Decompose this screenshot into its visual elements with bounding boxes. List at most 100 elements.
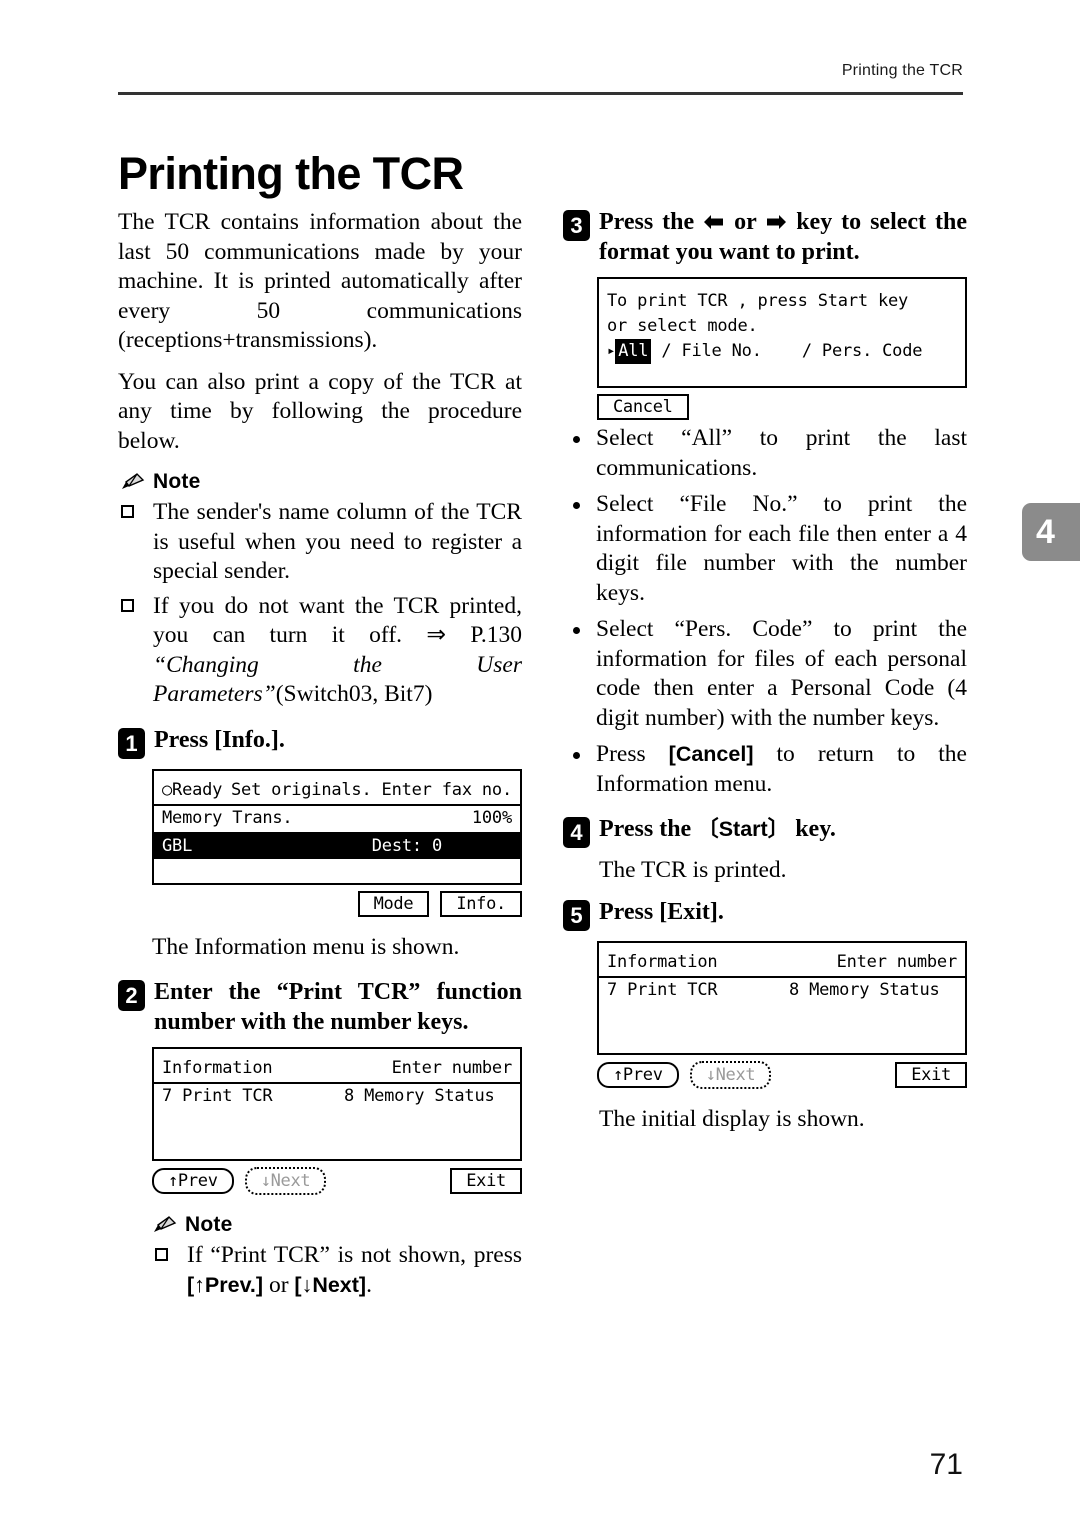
step-text: Press [Info.]. <box>154 726 285 753</box>
note-heading-bottom: Note <box>152 1213 522 1237</box>
exit-button[interactable]: Exit <box>450 1168 522 1194</box>
info-button[interactable]: Info. <box>440 890 522 917</box>
lcd3-line-3: ▸ All / File No. / Pers. Code <box>599 339 965 364</box>
round-bullet-icon <box>573 752 580 759</box>
lcd2-title: Information <box>162 1058 273 1078</box>
step-5: 5 Press [Exit]. <box>563 898 967 931</box>
selection-marker-icon: ▸ <box>607 343 616 359</box>
lcd5-button-row: ↑Prev ↓Next Exit <box>597 1060 967 1089</box>
lcd2-button-row: ↑Prev ↓Next Exit <box>152 1167 522 1195</box>
next-button[interactable]: ↓Next <box>689 1060 772 1089</box>
lcd5-items-row: 7 Print TCR 8 Memory Status <box>599 978 965 1003</box>
step3-text-b: or <box>725 209 766 235</box>
exit-button[interactable]: Exit <box>895 1061 967 1088</box>
step-2: 2 Enter the “Print TCR” function number … <box>118 978 522 1037</box>
lcd-panel-1: ○Ready Set originals. Enter fax no. Memo… <box>152 768 522 885</box>
step-number: 3 <box>563 210 590 241</box>
lcd2-blank-rows <box>154 1109 520 1159</box>
page-title: Printing the TCR <box>118 148 464 200</box>
note-heading: Note <box>120 470 522 494</box>
lcd2-title-hint: Enter number <box>391 1058 513 1078</box>
note-text-end: . <box>366 1271 372 1298</box>
lcd2-title-row: Information Enter number <box>154 1056 520 1084</box>
pencil-icon <box>154 1216 177 1232</box>
square-bullet-icon <box>121 505 134 518</box>
note-label: Note <box>185 1213 233 1236</box>
step-text: Press the or key to select the format yo… <box>599 208 967 267</box>
lcd1-dest-count: Dest: 0 <box>371 835 442 856</box>
note-item-text: If you do not want the TCR printed, you … <box>153 592 522 649</box>
right-arrow-key-icon <box>767 215 787 229</box>
bullet-text-a: Press <box>596 741 669 767</box>
prev-keycap: [↑Prev.] <box>187 1272 264 1297</box>
note-item: The sender's name column of the TCR is u… <box>118 498 522 587</box>
lcd1-memory-percent: 100% <box>471 807 512 828</box>
step-text: Press [Exit]. <box>599 898 724 925</box>
after-step-4-text: The TCR is printed. <box>599 857 787 883</box>
step-text: Enter the “Print TCR” function number wi… <box>154 979 522 1035</box>
round-bullet-icon <box>573 502 580 509</box>
step-3: 3 Press the or key to select the format … <box>563 208 967 267</box>
list-item: Select “All” to print the last communica… <box>563 424 967 483</box>
lcd5-title-row: Information Enter number <box>599 950 965 978</box>
lcd2-items-row: 7 Print TCR 8 Memory Status <box>154 1084 520 1109</box>
bullet-text: Select “File No.” to print the informati… <box>596 491 967 606</box>
step4-text-b: key. <box>789 816 836 842</box>
note-list-top: The sender's name column of the TCR is u… <box>118 498 522 710</box>
pencil-icon <box>122 473 145 489</box>
lcd1-memory-label: Memory Trans. <box>162 807 293 828</box>
left-column: The TCR contains information about the l… <box>118 208 522 1306</box>
lcd3-options-rest[interactable]: / File No. / Pers. Code <box>651 339 922 364</box>
left-arrow-key-icon <box>704 215 724 229</box>
running-head: Printing the TCR <box>841 62 963 79</box>
lcd1-mode-label: GBL <box>162 835 193 856</box>
note-text-mid: or <box>263 1271 295 1298</box>
start-keycap: 〔Start〕 <box>697 817 790 841</box>
step-number: 2 <box>118 980 145 1011</box>
step-number: 5 <box>563 899 590 931</box>
square-bullet-icon <box>155 1248 168 1261</box>
lcd3-line-2: or select mode. <box>607 316 758 336</box>
next-keycap: [↓Next] <box>294 1272 367 1297</box>
cancel-button[interactable]: Cancel <box>597 394 689 420</box>
list-item: Select “Pers. Code” to print the informa… <box>563 615 967 733</box>
lcd5-item-memory-status[interactable]: 8 Memory Status <box>789 978 940 1003</box>
note-item-text: The sender's name column of the TCR is u… <box>153 499 522 584</box>
lcd1-blank-row <box>154 859 520 883</box>
round-bullet-icon <box>573 436 580 443</box>
square-bullet-icon <box>121 598 134 612</box>
lcd3-option-all[interactable]: All <box>615 339 652 364</box>
next-button[interactable]: ↓Next <box>244 1167 327 1195</box>
note-item: If “Print TCR” is not shown, press [↑Pre… <box>152 1241 522 1300</box>
lcd-panel-2-wrap: Information Enter number 7 Print TCR 8 M… <box>152 1047 522 1195</box>
cancel-keycap: [Cancel] <box>668 742 754 766</box>
prev-button[interactable]: ↑Prev <box>152 1168 234 1194</box>
after-step-1-text: The Information menu is shown. <box>152 933 460 960</box>
round-bullet-icon <box>573 627 580 634</box>
list-item: Press [Cancel] to return to the Informat… <box>563 740 967 799</box>
lcd5-item-print-tcr[interactable]: 7 Print TCR <box>607 978 789 1003</box>
step3-text-a: Press the <box>599 209 704 235</box>
lcd1-prompt: Set originals. Enter fax no. <box>231 779 512 800</box>
lcd-panel-3-wrap: To print TCR , press Start key or select… <box>597 277 967 420</box>
bullet-text: Select “Pers. Code” to print the informa… <box>596 616 967 731</box>
prev-button[interactable]: ↑Prev <box>597 1061 679 1088</box>
lcd-panel-3: To print TCR , press Start key or select… <box>597 277 967 388</box>
lcd3-blank-row <box>599 364 965 376</box>
right-column: 3 Press the or key to select the format … <box>563 208 967 1146</box>
step4-text-a: Press the <box>599 816 698 842</box>
lcd1-memory-row: Memory Trans. 100% <box>154 806 520 834</box>
lcd-panel-5-wrap: Information Enter number 7 Print TCR 8 M… <box>597 940 967 1089</box>
intro-paragraph-1: The TCR contains information about the l… <box>118 209 522 353</box>
after-step-5-text: The initial display is shown. <box>599 1105 865 1132</box>
step-text: Press the 〔Start〕 key. <box>599 815 967 845</box>
lcd-panel-2: Information Enter number 7 Print TCR 8 M… <box>152 1047 522 1161</box>
bullet-text: Select “All” to print the last communica… <box>596 425 967 481</box>
lcd-panel-1-wrap: ○Ready Set originals. Enter fax no. Memo… <box>152 768 522 917</box>
lcd2-item-memory-status[interactable]: 8 Memory Status <box>344 1084 495 1109</box>
mode-button[interactable]: Mode <box>357 890 430 917</box>
note-item: If you do not want the TCR printed, you … <box>118 592 522 710</box>
lcd3-button-row: Cancel <box>597 394 967 420</box>
lcd1-ready-label: ○Ready <box>162 779 223 800</box>
lcd2-item-print-tcr[interactable]: 7 Print TCR <box>162 1084 344 1109</box>
